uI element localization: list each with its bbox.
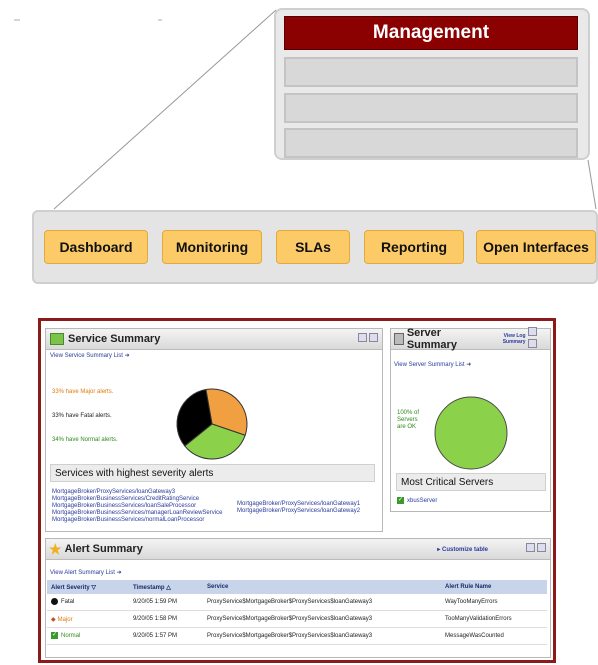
major-icon: ◆: [51, 616, 56, 623]
view-server-summary-link[interactable]: View Server Summary List ➜: [394, 361, 471, 368]
alert-table: Alert Severity ▽ Timestamp △ Service Ale…: [47, 580, 547, 645]
servers-ok-stat: 100% of Servers are OK: [397, 410, 420, 430]
column-header[interactable]: Timestamp △: [129, 580, 203, 594]
service-link[interactable]: MortgageBroker/ProxyServices/loanGateway…: [52, 489, 222, 496]
service-summary-icon: [50, 333, 64, 345]
server-summary-header: Server Summary View Log Summary: [391, 327, 550, 351]
normal-alerts-stat: 34% have Normal alerts.: [52, 437, 118, 443]
minimize-icon[interactable]: [526, 543, 535, 552]
critical-servers-title: Most Critical Servers: [396, 473, 546, 491]
alert-summary-header: ★ Alert Summary ▸ Customize table: [46, 539, 550, 560]
major-alerts-stat: 33% have Major alerts.: [52, 389, 114, 395]
arrow-right-icon: ➜: [466, 362, 472, 368]
server-item[interactable]: ✓ xbusServer: [397, 497, 437, 504]
arrow-right-icon: ➜: [124, 353, 130, 359]
management-row: [284, 93, 578, 123]
service-link[interactable]: MortgageBroker/ProxyServices/loanGateway…: [237, 508, 360, 515]
nav-monitoring-button[interactable]: Monitoring: [162, 230, 262, 264]
server-summary-title: Server Summary: [406, 327, 457, 351]
column-header[interactable]: Service: [203, 580, 441, 594]
window-controls[interactable]: [356, 333, 378, 345]
view-alert-summary-link[interactable]: View Alert Summary List ➜: [50, 569, 122, 576]
service-link[interactable]: MortgageBroker/BusinessServices/CreditRa…: [52, 496, 222, 503]
fatal-alerts-stat: 33% have Fatal alerts.: [52, 413, 112, 419]
alert-table-header: Alert Severity ▽ Timestamp △ Service Ale…: [47, 580, 547, 594]
column-header[interactable]: Alert Severity ▽: [47, 580, 129, 594]
star-icon: ★: [49, 540, 62, 557]
minimize-icon[interactable]: [527, 327, 537, 336]
minimize-icon[interactable]: [358, 333, 367, 342]
maximize-icon[interactable]: [369, 333, 378, 342]
column-header[interactable]: Alert Rule Name: [441, 580, 547, 594]
services-section-title: Services with highest severity alerts: [50, 464, 375, 482]
maximize-icon[interactable]: [537, 543, 546, 552]
table-row[interactable]: ◆ Major 9/20/05 1:58 PM ProxyService$Mort…: [47, 610, 547, 628]
services-list-col2: MortgageBroker/ProxyServices/loanGateway…: [237, 501, 360, 515]
service-link[interactable]: MortgageBroker/BusinessServices/normalLo…: [52, 517, 222, 524]
service-link[interactable]: MortgageBroker/ProxyServices/loanGateway…: [237, 501, 360, 508]
fatal-icon: [51, 598, 58, 606]
nav-reporting-button[interactable]: Reporting: [364, 230, 464, 264]
service-link[interactable]: MortgageBroker/BusinessServices/managerL…: [52, 510, 222, 517]
alert-summary-title: Alert Summary: [64, 543, 143, 555]
window-controls[interactable]: [524, 543, 546, 555]
server-icon: [394, 333, 404, 345]
window-controls[interactable]: [526, 327, 548, 351]
service-summary-header: Service Summary: [46, 329, 382, 350]
nav-open-interfaces-button[interactable]: Open Interfaces: [476, 230, 596, 264]
sort-icon: ▽: [91, 584, 96, 591]
service-pie-chart: [176, 388, 248, 460]
nav-slas-button[interactable]: SLAs: [276, 230, 350, 264]
management-row: [284, 128, 578, 158]
nav-dashboard-button[interactable]: Dashboard: [44, 230, 148, 264]
check-icon: ✓: [397, 497, 404, 504]
table-row[interactable]: ✓ Normal 9/20/05 1:57 PM ProxyService$Mor…: [47, 627, 547, 645]
table-row[interactable]: Fatal 9/20/05 1:59 PM ProxyService$Mortg…: [47, 594, 547, 611]
service-link[interactable]: MortgageBroker/BusinessServices/loanSale…: [52, 503, 222, 510]
normal-icon: ✓: [51, 632, 58, 640]
customize-table-link[interactable]: ▸ Customize table: [437, 546, 488, 553]
view-log-summary-link[interactable]: View Log Summary: [492, 333, 526, 345]
service-summary-title: Service Summary: [68, 333, 161, 345]
maximize-icon[interactable]: [527, 339, 537, 348]
sort-icon: △: [166, 584, 171, 591]
view-service-summary-link[interactable]: View Service Summary List ➜: [50, 352, 130, 359]
management-title: Management: [284, 16, 578, 50]
services-list-col1: MortgageBroker/ProxyServices/loanGateway…: [52, 489, 222, 524]
management-row: [284, 57, 578, 87]
arrow-right-icon: ➜: [116, 570, 122, 576]
server-pie-chart: [434, 396, 508, 470]
